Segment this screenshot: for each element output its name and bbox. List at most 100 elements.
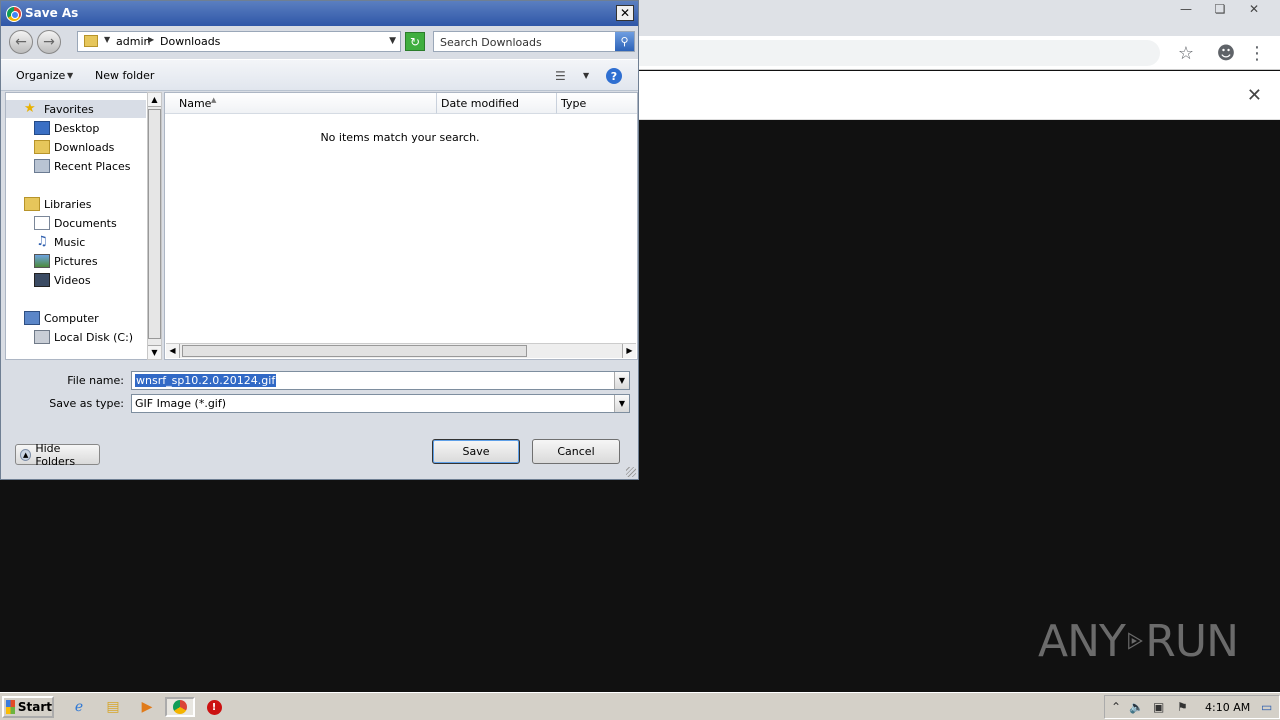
scroll-thumb[interactable]	[148, 109, 161, 339]
breadcrumb-downloads[interactable]: Downloads	[160, 35, 220, 48]
stop-sign-icon[interactable]: !	[203, 697, 225, 717]
nav-label: Local Disk (C:)	[54, 330, 134, 344]
downloads-folder-icon	[34, 140, 50, 154]
dialog-title-bar[interactable]: Save As ✕	[1, 1, 638, 26]
sort-ascending-icon: ▲	[211, 96, 217, 104]
path-breadcrumb[interactable]: ▼ admin ▶ Downloads ▼	[77, 31, 401, 52]
desktop-icon	[34, 121, 50, 135]
navigation-pane: ★ Favorites Desktop Downloads Recent Pla…	[5, 92, 147, 360]
nav-label: Pictures	[54, 254, 98, 268]
scroll-up-icon[interactable]: ▲	[148, 93, 161, 107]
cancel-button[interactable]: Cancel	[532, 439, 620, 464]
clock[interactable]: 4:10 AM	[1205, 701, 1250, 714]
organize-button[interactable]: Organize	[16, 69, 65, 82]
star-icon[interactable]: ☆	[1174, 41, 1198, 65]
nav-music[interactable]: ♫ Music	[6, 233, 146, 251]
refresh-icon[interactable]: ↻	[405, 32, 425, 51]
volume-icon[interactable]: 🔈	[1129, 700, 1144, 714]
file-name-label: File name:	[67, 374, 124, 387]
hide-folders-label: Hide Folders	[35, 441, 76, 468]
documents-icon	[34, 216, 50, 230]
nav-desktop[interactable]: Desktop	[6, 119, 146, 137]
anyrun-watermark: ANY RUN	[1038, 606, 1239, 676]
chevron-right-icon[interactable]: ▶	[148, 35, 154, 44]
command-bar: Organize ▼ New folder ☰ ▼ ?	[1, 59, 638, 91]
forward-arrow-icon[interactable]: →	[37, 30, 61, 54]
column-header-name[interactable]: Name ▲	[165, 93, 437, 114]
restore-icon[interactable]: ❏	[1206, 0, 1234, 18]
nav-libraries[interactable]: Libraries	[6, 195, 146, 213]
profile-icon[interactable]: ☻	[1214, 41, 1238, 65]
taskbar: Start ℯ ▤ ▶ ! ⌃ 🔈 ▣ ⚑ 4:10 AM ▭	[0, 692, 1280, 720]
nav-downloads[interactable]: Downloads	[6, 138, 146, 156]
chevron-up-icon: ▲	[20, 448, 32, 461]
back-arrow-icon[interactable]: ←	[9, 30, 33, 54]
start-button[interactable]: Start	[2, 696, 54, 718]
computer-icon	[24, 311, 40, 325]
chevron-down-icon[interactable]: ▼	[389, 36, 396, 46]
nav-recent-places[interactable]: Recent Places	[6, 157, 146, 175]
close-icon[interactable]: ✕	[616, 5, 634, 21]
breadcrumb-admin[interactable]: admin	[116, 35, 150, 48]
save-type-select[interactable]: GIF Image (*.gif) ▼	[131, 394, 630, 413]
nav-documents[interactable]: Documents	[6, 214, 146, 232]
close-window-icon[interactable]: ✕	[1240, 0, 1268, 18]
nav-label: Favorites	[44, 102, 94, 116]
search-icon[interactable]: ⚲	[615, 32, 634, 51]
file-name-field[interactable]: wnsrf_sp10.2.0.20124.gif ▼	[131, 371, 630, 390]
scroll-thumb[interactable]	[182, 345, 527, 357]
empty-message: No items match your search.	[320, 131, 480, 144]
chrome-icon	[173, 700, 187, 714]
show-hidden-icons-icon[interactable]: ⌃	[1111, 700, 1121, 714]
nav-label: Desktop	[54, 121, 100, 135]
horizontal-scrollbar[interactable]: ◀ ▶	[166, 343, 636, 358]
nav-local-disk[interactable]: Local Disk (C:)	[6, 328, 146, 346]
file-name-value[interactable]: wnsrf_sp10.2.0.20124.gif	[135, 374, 277, 387]
nav-favorites[interactable]: ★ Favorites	[6, 100, 146, 118]
nav-computer[interactable]: Computer	[6, 309, 146, 327]
column-header-type[interactable]: Type	[557, 93, 637, 114]
chevron-down-icon[interactable]: ▼	[67, 71, 73, 80]
chrome-icon	[6, 6, 22, 22]
scroll-right-icon[interactable]: ▶	[622, 344, 636, 358]
chrome-taskbar-icon[interactable]	[165, 697, 195, 717]
hide-folders-button[interactable]: ▲ Hide Folders	[15, 441, 100, 468]
nav-scrollbar[interactable]: ▲ ▼	[147, 92, 162, 360]
watermark-left-text: ANY	[1038, 615, 1126, 667]
recent-places-icon	[34, 159, 50, 173]
file-explorer-icon[interactable]: ▤	[102, 697, 124, 717]
nav-label: Videos	[54, 273, 91, 287]
nav-label: Libraries	[44, 197, 92, 211]
media-player-icon[interactable]: ▶	[136, 697, 158, 717]
column-label: Type	[561, 97, 587, 110]
column-label: Name	[179, 97, 212, 110]
scroll-left-icon[interactable]: ◀	[166, 344, 180, 358]
chevron-down-icon[interactable]: ▼	[614, 395, 629, 412]
nav-label: Recent Places	[54, 159, 131, 173]
watermark-right-text: RUN	[1145, 615, 1239, 667]
menu-icon[interactable]: ⋮	[1245, 41, 1269, 65]
action-center-flag-icon[interactable]: ⚑	[1177, 700, 1188, 714]
chevron-down-icon[interactable]: ▼	[104, 35, 110, 44]
scroll-down-icon[interactable]: ▼	[148, 345, 161, 359]
nav-pictures[interactable]: Pictures	[6, 252, 146, 270]
resize-grip-icon[interactable]	[626, 467, 636, 477]
save-button[interactable]: Save	[432, 439, 520, 464]
nav-label: Computer	[44, 311, 99, 325]
nav-videos[interactable]: Videos	[6, 271, 146, 289]
internet-explorer-icon[interactable]: ℯ	[68, 697, 90, 717]
close-icon[interactable]: ✕	[1247, 85, 1262, 106]
save-type-label: Save as type:	[49, 397, 124, 410]
chevron-down-icon[interactable]: ▼	[614, 372, 629, 389]
save-type-value: GIF Image (*.gif)	[135, 397, 227, 410]
network-icon[interactable]: ▣	[1153, 700, 1164, 714]
libraries-icon	[24, 197, 40, 211]
search-input[interactable]: Search Downloads ⚲	[433, 31, 635, 52]
new-folder-button[interactable]: New folder	[95, 69, 154, 82]
column-header-date[interactable]: Date modified	[437, 93, 557, 114]
show-desktop-icon[interactable]: ▭	[1261, 700, 1272, 714]
chevron-down-icon[interactable]: ▼	[583, 71, 589, 80]
minimize-icon[interactable]: —	[1172, 0, 1200, 18]
help-icon[interactable]: ?	[606, 68, 622, 84]
view-options-icon[interactable]: ☰	[555, 69, 566, 83]
